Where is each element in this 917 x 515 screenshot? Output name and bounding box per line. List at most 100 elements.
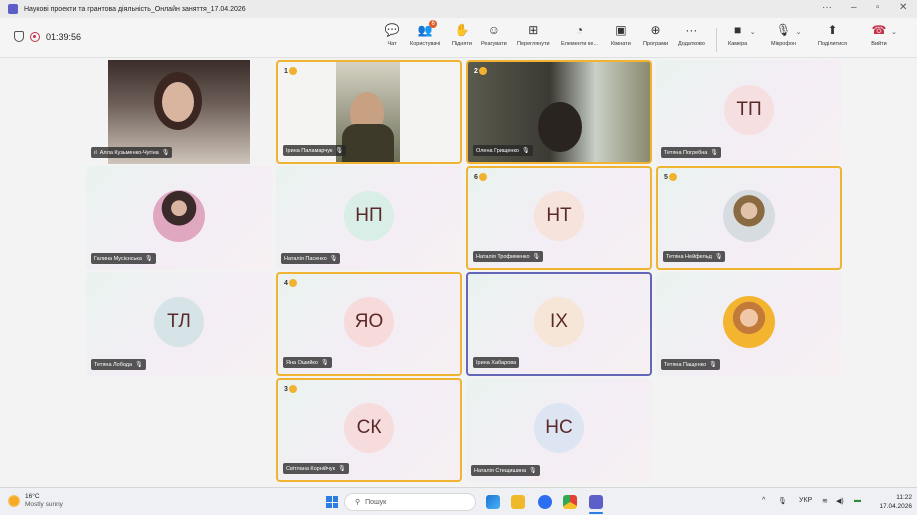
participant-tile[interactable]: 5 Тетяна Нейфельд 🎙 bbox=[656, 166, 842, 270]
participant-name-tag: Тетяна Погребна 🎙 bbox=[661, 147, 721, 158]
react-button[interactable]: ☺ Реагувати bbox=[481, 22, 507, 47]
raised-hand-indicator: 5 bbox=[664, 173, 677, 181]
people-button[interactable]: 👥 6 Користувачі bbox=[410, 20, 440, 47]
mic-muted-icon: 🎙 bbox=[709, 362, 717, 368]
mic-muted-icon[interactable]: 🎙 bbox=[778, 497, 787, 505]
start-button[interactable] bbox=[326, 496, 338, 508]
share-button[interactable]: ⬆ Поділитися bbox=[818, 22, 847, 47]
participant-tile[interactable]: ЯО 4 Яна Ошийко 🎙 bbox=[276, 272, 462, 376]
media-app-icon[interactable] bbox=[538, 495, 552, 509]
mic-muted-icon: 🎙 bbox=[532, 254, 541, 260]
avatar: СК bbox=[344, 403, 394, 453]
wifi-icon[interactable]: ≋ bbox=[822, 497, 828, 505]
more-window-options-icon[interactable]: ··· bbox=[822, 2, 832, 13]
hand-icon bbox=[478, 173, 487, 181]
rooms-button[interactable]: ▣ Кімнати bbox=[611, 22, 631, 47]
mic-muted-icon: 🎙 bbox=[135, 362, 143, 368]
mic-muted-icon: 🎙 bbox=[714, 254, 723, 260]
battery-icon[interactable]: ▬ bbox=[854, 497, 861, 504]
chevron-down-icon[interactable]: ⌄ bbox=[891, 28, 897, 36]
participant-name-tag: Галина Мусієнська 🎙 bbox=[91, 253, 156, 264]
mic-button[interactable]: 🎙 ⌄ Мікрофон bbox=[771, 22, 801, 47]
participant-name-tag: ıl Алла Кузьменко-Чугіна 🎙 bbox=[91, 147, 173, 158]
participant-tile[interactable]: ТЛ Тетяна Лобода 🎙 bbox=[86, 272, 272, 376]
grid-view-icon: ⊞ bbox=[528, 23, 539, 37]
leave-button[interactable]: ☎ ⌄ Вийти bbox=[871, 22, 897, 47]
hand-icon: ✋ bbox=[454, 23, 470, 37]
raised-hand-indicator: 3 bbox=[284, 385, 297, 393]
copilot-button[interactable]: ◔ Елементи ке... bbox=[561, 22, 598, 47]
hand-icon bbox=[668, 173, 677, 181]
avatar: ІХ bbox=[534, 297, 584, 347]
participant-tile[interactable]: СК 3 Світлана Корнійчук 🎙 bbox=[276, 378, 462, 482]
apps-button[interactable]: ⊕ Програми bbox=[643, 22, 668, 47]
restore-icon[interactable]: ▫ bbox=[876, 2, 880, 13]
raised-hand-indicator: 2 bbox=[474, 67, 487, 75]
participant-video bbox=[538, 102, 582, 152]
participant-name-tag: Тетяна Пащенко 🎙 bbox=[661, 359, 720, 370]
participant-tile[interactable]: 1 Ірина Паламарчук 🎙 bbox=[276, 60, 462, 164]
active-app-indicator bbox=[589, 512, 603, 514]
participant-tile[interactable]: ТП Тетяна Погребна 🎙 bbox=[656, 60, 842, 164]
mic-muted-icon: 🎙 bbox=[144, 256, 153, 262]
participant-tile[interactable]: 2 Олена Грищенко 🎙 bbox=[466, 60, 652, 164]
taskbar-search[interactable]: ⚲ Пошук bbox=[344, 493, 476, 511]
video-gallery: ıl Алла Кузьменко-Чугіна 🎙 1 Ірина Паламар… bbox=[0, 59, 917, 487]
file-explorer-icon[interactable] bbox=[511, 495, 525, 509]
participant-tile[interactable]: НП Наталія Пасенко 🎙 bbox=[276, 166, 462, 270]
avatar bbox=[723, 190, 775, 242]
minimize-icon[interactable]: – bbox=[851, 2, 857, 13]
shield-icon bbox=[14, 31, 24, 42]
avatar: ТЛ bbox=[154, 297, 204, 347]
hand-icon bbox=[288, 67, 297, 75]
chevron-up-icon[interactable]: ^ bbox=[762, 497, 765, 504]
recording-icon bbox=[30, 31, 40, 42]
view-button[interactable]: ⊞ Переглянути bbox=[517, 22, 550, 47]
weather-temp: 16°C bbox=[25, 493, 40, 500]
language-indicator[interactable]: УКР bbox=[799, 497, 812, 504]
participant-name-tag: Світлана Корнійчук 🎙 bbox=[283, 463, 349, 474]
windows-taskbar: 16°C Mostly sunny ⚲ Пошук ^ 🎙 УКР ≋ ◀) ▬… bbox=[0, 487, 917, 515]
participant-tile[interactable]: ıl Алла Кузьменко-Чугіна 🎙 bbox=[86, 60, 272, 164]
mic-muted-icon: 🎙 bbox=[710, 150, 718, 156]
raise-hand-button[interactable]: ✋ Підняти bbox=[452, 22, 472, 47]
weather-widget[interactable]: 16°C Mostly sunny bbox=[8, 493, 63, 509]
raised-hand-indicator: 6 bbox=[474, 173, 487, 181]
toolbar-divider bbox=[716, 28, 717, 52]
task-view-icon[interactable] bbox=[486, 495, 500, 509]
chrome-icon[interactable] bbox=[563, 495, 577, 509]
volume-icon[interactable]: ◀) bbox=[836, 497, 844, 505]
sun-icon bbox=[8, 495, 20, 507]
chat-button[interactable]: 💬 Чат bbox=[384, 22, 400, 47]
participant-tile[interactable]: ІХ Ірина Хабарова bbox=[466, 272, 652, 376]
weather-condition: Mostly sunny bbox=[25, 501, 63, 508]
more-button[interactable]: ··· Додатково bbox=[678, 22, 705, 47]
mic-muted-icon: 🎙 bbox=[329, 256, 338, 262]
avatar: НП bbox=[344, 191, 394, 241]
meeting-status: 01:39:56 bbox=[14, 31, 81, 42]
search-icon: ⚲ bbox=[355, 499, 361, 506]
chevron-down-icon[interactable]: ⌄ bbox=[796, 28, 802, 36]
mic-muted-icon: 🎙 bbox=[161, 150, 170, 156]
copilot-icon: ◔ bbox=[575, 23, 584, 37]
mic-muted-icon: 🎙 bbox=[338, 466, 346, 472]
title-bar: Наукові проекти та грантова діяльність_О… bbox=[0, 0, 917, 18]
participant-tile[interactable]: НТ 6 Наталія Трофименко 🎙 bbox=[466, 166, 652, 270]
meeting-timer: 01:39:56 bbox=[46, 31, 82, 42]
avatar bbox=[153, 190, 205, 242]
close-icon[interactable]: ✕ bbox=[899, 2, 907, 13]
participant-name-tag: Олена Грищенко 🎙 bbox=[473, 145, 533, 156]
participant-tile[interactable]: НС Наталія Стещишина 🎙 bbox=[466, 378, 652, 482]
chat-icon: 💬 bbox=[384, 23, 400, 37]
participant-name-tag: Ірина Паламарчук 🎙 bbox=[283, 145, 346, 156]
avatar bbox=[723, 296, 775, 348]
system-clock[interactable]: 11:22 17.04.2026 bbox=[872, 493, 912, 511]
hand-icon bbox=[288, 279, 297, 287]
hand-icon bbox=[478, 67, 487, 75]
mic-muted-icon: 🎙 bbox=[335, 148, 343, 154]
chevron-down-icon[interactable]: ⌄ bbox=[750, 28, 756, 36]
camera-button[interactable]: ■ ⌄ Камера bbox=[728, 22, 756, 47]
teams-taskbar-icon[interactable] bbox=[589, 495, 603, 509]
participant-tile[interactable]: Галина Мусієнська 🎙 bbox=[86, 166, 272, 270]
participant-tile[interactable]: Тетяна Пащенко 🎙 bbox=[656, 272, 842, 376]
